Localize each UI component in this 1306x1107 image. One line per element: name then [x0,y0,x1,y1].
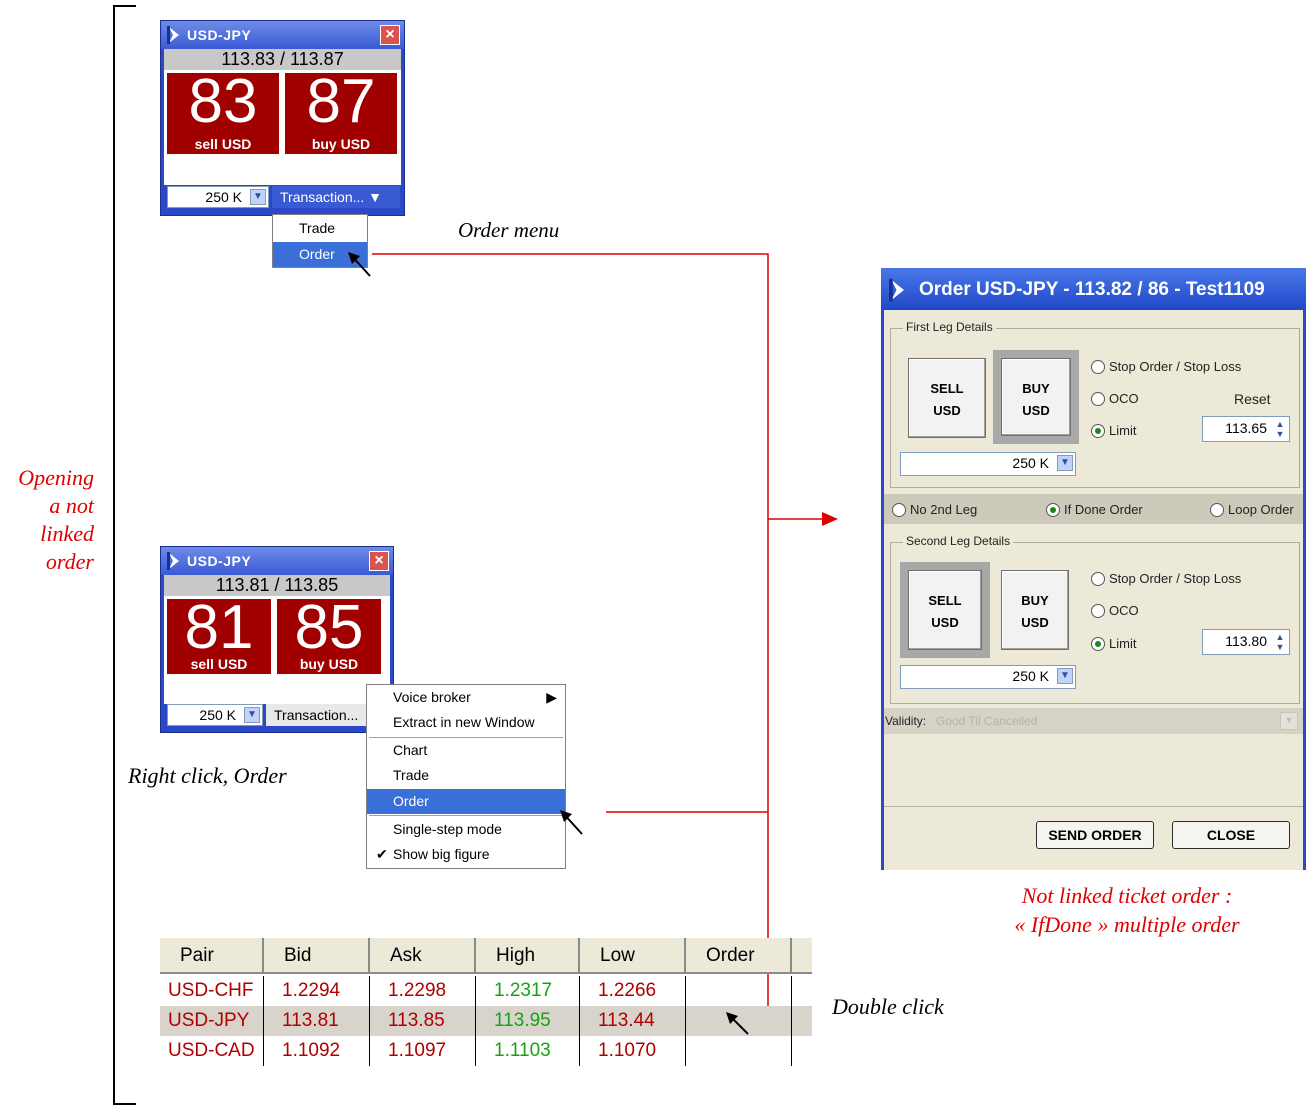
label-no-2nd-leg: No 2nd Leg [910,502,978,517]
first-leg-buy-button[interactable]: BUY USD [1001,358,1071,436]
label-stop-order: Stop Order / Stop Loss [1109,571,1242,586]
header-low[interactable]: Low [580,938,686,974]
second-leg-sell-button[interactable]: SELL USD [908,570,982,650]
chevron-down-icon[interactable]: ▼ [1057,455,1073,471]
cursor-arrow-icon [726,1012,749,1035]
second-leg-legend: Second Leg Details [903,534,1014,548]
order-dialog: Order USD-JPY - 113.82 / 86 - Test1109 F… [881,268,1306,870]
radio-limit[interactable] [1091,637,1105,651]
cell-order[interactable] [686,976,792,1006]
label-oco: OCO [1109,391,1139,406]
dialog-titlebar[interactable]: Order USD-JPY - 113.82 / 86 - Test1109 [881,268,1306,310]
radio-no-2nd-leg[interactable] [892,503,906,517]
cell-order[interactable] [686,1036,792,1066]
cell-ask[interactable]: 1.2298 [370,976,476,1006]
chevron-down-icon[interactable]: ▼ [1280,712,1298,730]
send-order-button[interactable]: SEND ORDER [1036,821,1154,849]
second-leg-price-input[interactable]: 113.80 ▲ ▼ [1202,629,1290,655]
second-leg-quantity-select[interactable]: 250 K ▼ [900,665,1076,689]
header-pair[interactable]: Pair [160,938,264,974]
cell-bid[interactable]: 113.81 [264,1006,370,1036]
reset-label: Reset [1234,391,1271,407]
radio-if-done-order[interactable] [1046,503,1060,517]
radio-oco[interactable] [1091,392,1105,406]
cell-low[interactable]: 1.1070 [580,1036,686,1066]
dialog-body: First Leg Details SELL USD BUY USD Stop … [884,310,1303,870]
cell-high[interactable]: 1.1103 [476,1036,580,1066]
label-oco: OCO [1109,603,1139,618]
cell-pair[interactable]: USD-JPY [160,1006,264,1036]
header-high[interactable]: High [476,938,580,974]
spinner-icon[interactable]: ▲ ▼ [1273,419,1287,439]
validity-value: Good Til Cancelled [936,714,1038,728]
radio-limit[interactable] [1091,424,1105,438]
dialog-title: Order USD-JPY - 113.82 / 86 - Test1109 [919,279,1265,300]
cell-pair[interactable]: USD-CHF [160,976,264,1006]
validity-select[interactable]: Good Til Cancelled ▼ [934,711,1300,731]
logo-icon [889,278,904,302]
cell-bid[interactable]: 1.2294 [264,976,370,1006]
header-extra [792,938,812,974]
label-if-done-order: If Done Order [1064,502,1143,517]
radio-stop-order[interactable] [1091,360,1105,374]
annotation-double-click: Double click [832,994,944,1019]
cell-bid[interactable]: 1.1092 [264,1036,370,1066]
cell-pair[interactable]: USD-CAD [160,1036,264,1066]
dialog-caption: Not linked ticket order : « IfDone » mul… [1014,883,1240,937]
radio-oco[interactable] [1091,604,1105,618]
cell-high[interactable]: 1.2317 [476,976,580,1006]
label-limit: Limit [1109,423,1137,438]
first-leg-quantity-select[interactable]: 250 K ▼ [900,452,1076,476]
validity-label: Validity: [885,714,927,728]
label-loop-order: Loop Order [1228,502,1294,517]
cell-high[interactable]: 113.95 [476,1006,580,1036]
spinner-icon[interactable]: ▲ ▼ [1273,632,1287,652]
header-bid[interactable]: Bid [264,938,370,974]
first-leg-sell-button[interactable]: SELL USD [908,358,986,438]
cell-low[interactable]: 1.2266 [580,976,686,1006]
label-limit: Limit [1109,636,1137,651]
cell-ask[interactable]: 113.85 [370,1006,476,1036]
radio-stop-order[interactable] [1091,572,1105,586]
close-button[interactable]: CLOSE [1172,821,1290,849]
first-leg-price-input[interactable]: 113.65 ▲ ▼ [1202,416,1290,442]
cell-low[interactable]: 113.44 [580,1006,686,1036]
header-ask[interactable]: Ask [370,938,476,974]
radio-loop-order[interactable] [1210,503,1224,517]
first-leg-legend: First Leg Details [903,320,996,334]
label-stop-order: Stop Order / Stop Loss [1109,359,1242,374]
cell-ask[interactable]: 1.1097 [370,1036,476,1066]
header-order[interactable]: Order [686,938,792,974]
chevron-down-icon[interactable]: ▼ [1057,668,1073,684]
dialog-divider [884,806,1303,807]
second-leg-buy-button[interactable]: BUY USD [1001,570,1069,650]
